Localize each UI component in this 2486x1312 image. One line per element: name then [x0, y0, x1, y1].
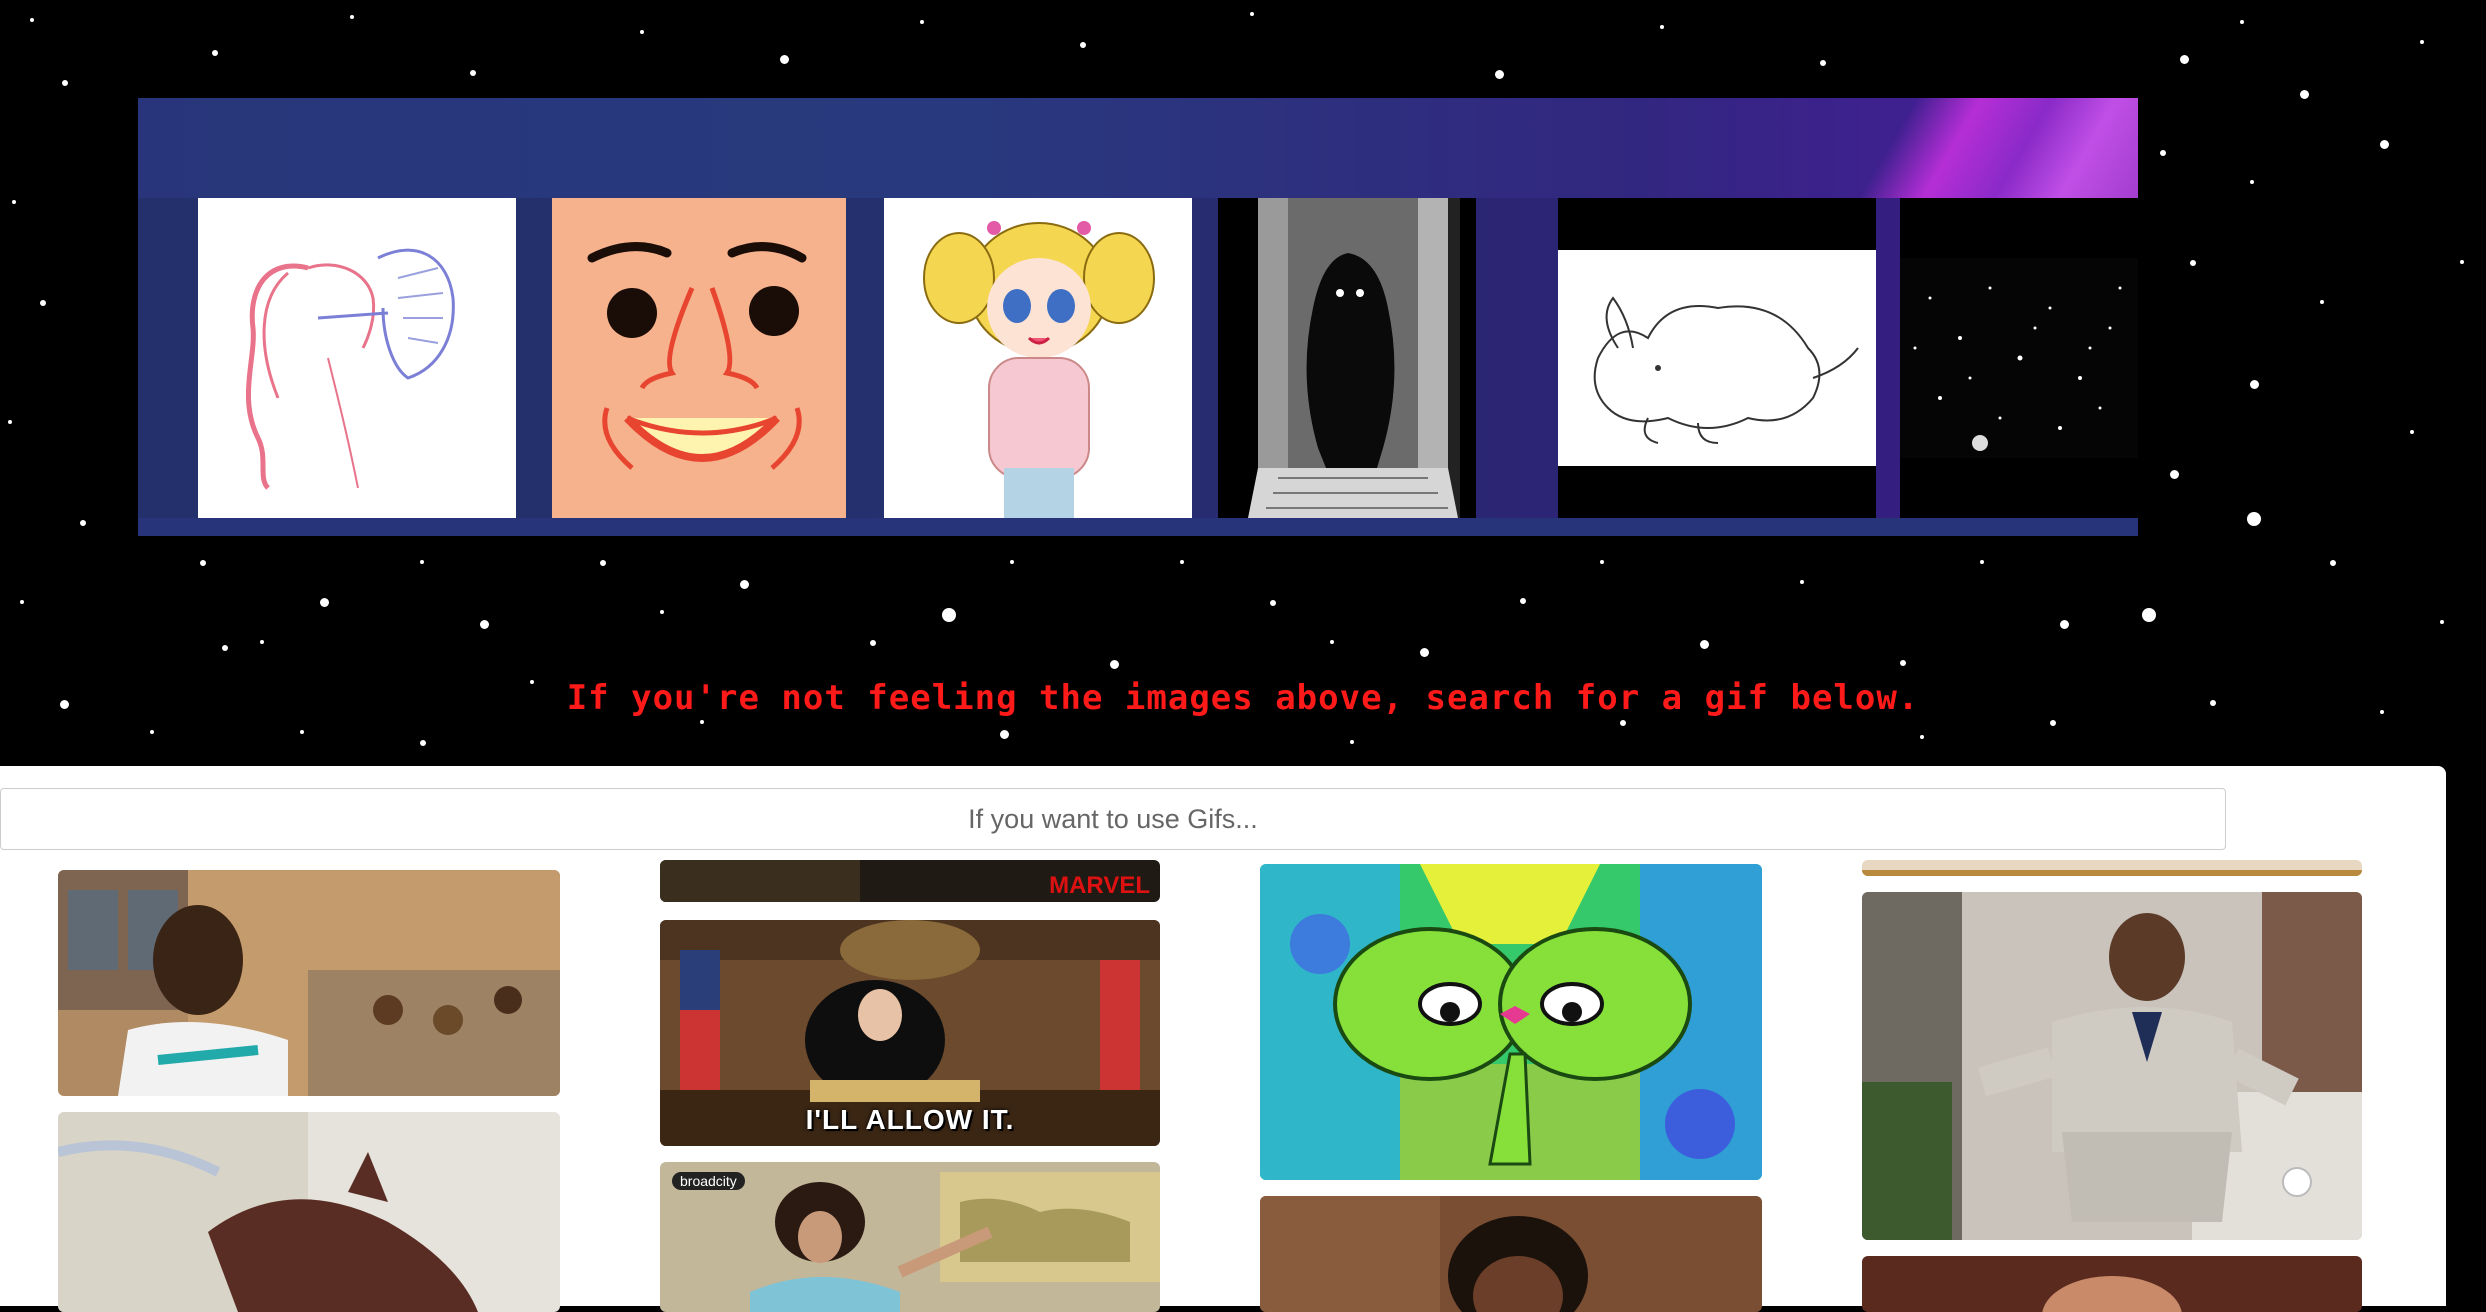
girl-eating-shoe-illustration[interactable] — [198, 198, 516, 518]
gif-result-cat-bed[interactable] — [58, 1112, 560, 1312]
gif-result-laughing-man[interactable] — [58, 870, 560, 1096]
banner-nebula-decoration — [1838, 98, 2138, 198]
gif-result-judge-allow[interactable]: I'LL ALLOW IT. — [660, 920, 1160, 1146]
image-gallery-banner — [138, 98, 2138, 536]
gif-result-woman-portrait[interactable] — [1260, 1196, 1762, 1312]
starfield-photo[interactable] — [1900, 198, 2138, 518]
gif-result-clover-character[interactable] — [1260, 864, 1762, 1180]
judge-caption: I'LL ALLOW IT. — [805, 1104, 1015, 1135]
channel-badge: broadcity — [672, 1172, 745, 1190]
gif-result-bald-man[interactable] — [1862, 1256, 2362, 1312]
gif-result-broad-city[interactable]: broadcity — [660, 1162, 1160, 1312]
animal-sketch-illustration[interactable] — [1558, 198, 1876, 518]
anime-girl-illustration[interactable] — [884, 198, 1192, 518]
gallery-strip — [138, 198, 2138, 518]
gif-search-hint: If you're not feeling the images above, … — [566, 678, 1920, 718]
gif-search-input[interactable] — [0, 788, 2226, 850]
gif-result-marvel[interactable]: MARVEL — [660, 860, 1160, 902]
marvel-logo: MARVEL — [1049, 872, 1150, 899]
banner-footer-bar — [138, 518, 2138, 536]
gif-result-man-in-suit[interactable] — [1862, 892, 2362, 1240]
gif-result-food[interactable] — [1862, 860, 2362, 876]
shadow-creature-manga-illustration[interactable] — [1218, 198, 1476, 518]
cartoon-face-illustration[interactable] — [552, 198, 846, 518]
